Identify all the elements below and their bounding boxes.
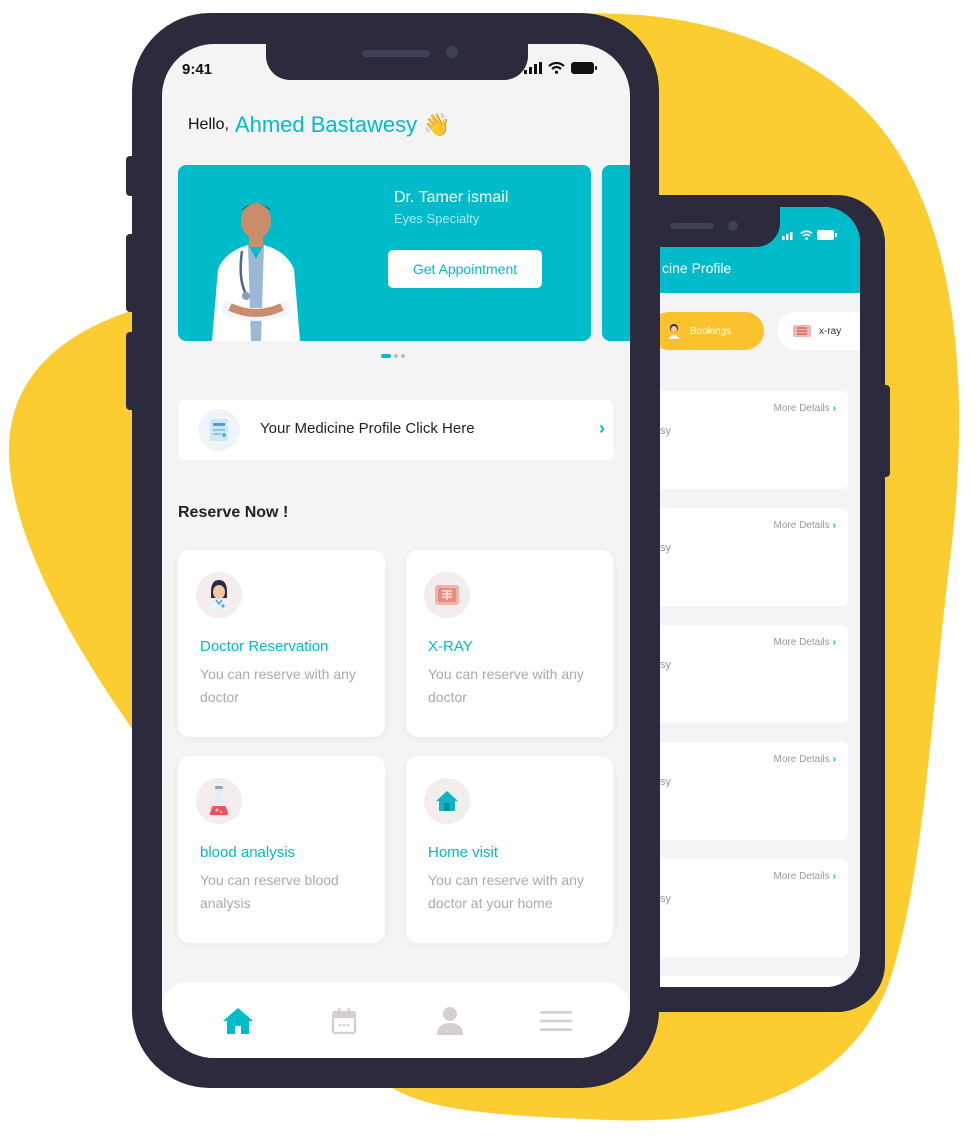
doctor-reservation-card[interactable]: Doctor Reservation You can reserve with …	[178, 550, 385, 737]
phone-screen: 9:41 Hello, Ahmed Bastawesy 👋 Dr. Tamer …	[162, 44, 630, 1058]
home-visit-card[interactable]: Home visit You can reserve with any doct…	[406, 756, 613, 943]
second-phone-title: cine Profile	[662, 260, 732, 276]
more-details-link[interactable]: More Details ›	[774, 403, 836, 414]
booking-name-fragment: sy	[660, 893, 671, 905]
card-description: You can reserve with any doctor	[428, 666, 584, 705]
booking-card[interactable]: More Details › sy	[660, 859, 848, 957]
greeting-hello: Hello,	[188, 116, 229, 133]
battery-icon	[571, 62, 597, 74]
second-phone-side-button	[882, 385, 890, 477]
speaker-grille	[670, 223, 714, 229]
phone-notch	[266, 44, 528, 80]
next-banner-card[interactable]	[602, 165, 630, 341]
mute-switch	[126, 156, 134, 196]
user-name: Ahmed Bastawesy	[234, 112, 418, 137]
second-phone-notch	[660, 207, 780, 247]
second-phone-screen: cine Profile Bookings x-ray More Details…	[660, 207, 860, 987]
doctor-specialty: Eyes Specialty	[394, 211, 480, 226]
nav-home[interactable]	[218, 1004, 258, 1038]
medical-report-icon	[198, 409, 240, 451]
doctor-banner[interactable]: Dr. Tamer ismail Eyes Specialty Get Appo…	[178, 165, 591, 341]
card-title: Doctor Reservation	[200, 638, 329, 655]
volume-down-button	[126, 332, 134, 410]
card-title: X-RAY	[428, 638, 473, 655]
volume-up-button	[126, 234, 134, 312]
bottom-navigation	[162, 982, 630, 1058]
tab-xray[interactable]: x-ray	[777, 312, 860, 350]
nav-profile[interactable]	[430, 1004, 470, 1038]
battery-icon	[817, 230, 837, 240]
chevron-right-icon: ›	[832, 754, 836, 765]
get-appointment-button[interactable]: Get Appointment	[388, 250, 542, 288]
second-phone-header: cine Profile	[660, 207, 860, 293]
carousel-dot-active[interactable]	[381, 354, 391, 358]
waving-hand-icon: 👋	[423, 112, 451, 138]
card-description: You can reserve with any doctor at your …	[428, 872, 584, 911]
booking-name-fragment: sy	[660, 659, 671, 671]
more-details-link[interactable]: More Details ›	[774, 520, 836, 531]
chevron-right-icon: ›	[832, 403, 836, 414]
doctor-icon	[668, 324, 680, 339]
nav-menu[interactable]	[536, 1004, 576, 1038]
home-icon	[424, 778, 470, 824]
home-icon	[223, 1008, 253, 1034]
calendar-icon	[331, 1008, 357, 1035]
xray-icon	[424, 572, 470, 618]
tab-bookings[interactable]: Bookings	[660, 312, 764, 350]
reserve-section-title: Reserve Now !	[178, 504, 289, 521]
card-title: blood analysis	[200, 844, 296, 861]
user-icon	[437, 1007, 463, 1035]
card-description: You can reserve with any doctor	[200, 666, 356, 705]
carousel-indicator	[381, 354, 405, 358]
menu-icon	[540, 1011, 572, 1031]
flask-icon	[196, 778, 242, 824]
booking-card[interactable]: More Details › sy	[660, 391, 848, 489]
medicine-profile-label: Your Medicine Profile Click Here	[260, 420, 475, 437]
signal-icon	[524, 62, 542, 74]
chevron-right-icon: ›	[832, 637, 836, 648]
doctor-name: Dr. Tamer ismail	[394, 189, 509, 206]
xray-icon	[793, 325, 811, 337]
carousel-dot[interactable]	[401, 354, 405, 358]
doctor-icon	[196, 572, 242, 618]
booking-name-fragment: sy	[660, 776, 671, 788]
wifi-icon	[548, 62, 565, 74]
tab-xray-label: x-ray	[819, 325, 842, 337]
chevron-right-icon: ›	[599, 418, 605, 438]
carousel-dot[interactable]	[394, 354, 398, 358]
front-camera	[446, 46, 458, 58]
wifi-icon	[800, 230, 813, 240]
card-description: You can reserve blood analysis	[200, 872, 339, 911]
nav-calendar[interactable]	[324, 1004, 364, 1038]
booking-name-fragment: sy	[660, 542, 671, 554]
speaker-grille	[362, 50, 430, 57]
booking-name-fragment: sy	[660, 425, 671, 437]
second-phone-status-icons	[782, 230, 837, 240]
xray-card[interactable]: X-RAY You can reserve with any doctor	[406, 550, 613, 737]
booking-card[interactable]: More Details › sy	[660, 742, 848, 840]
signal-icon	[782, 232, 793, 240]
booking-card[interactable]: More Details › sy	[660, 508, 848, 606]
status-icons	[524, 62, 597, 74]
medicine-profile-row[interactable]: Your Medicine Profile Click Here ›	[178, 400, 613, 460]
doctor-photo	[212, 203, 300, 341]
more-details-link[interactable]: More Details ›	[774, 637, 836, 648]
booking-card	[660, 976, 848, 987]
card-title: Home visit	[428, 844, 499, 861]
chevron-right-icon: ›	[832, 520, 836, 531]
status-time: 9:41	[182, 61, 213, 78]
more-details-link[interactable]: More Details ›	[774, 871, 836, 882]
greeting: Hello, Ahmed Bastawesy 👋	[188, 112, 451, 138]
chevron-right-icon: ›	[832, 871, 836, 882]
booking-card[interactable]: More Details › sy	[660, 625, 848, 723]
blood-analysis-card[interactable]: blood analysis You can reserve blood ana…	[178, 756, 385, 943]
more-details-link[interactable]: More Details ›	[774, 754, 836, 765]
tab-bookings-label: Bookings	[690, 325, 732, 337]
front-camera	[728, 221, 738, 231]
